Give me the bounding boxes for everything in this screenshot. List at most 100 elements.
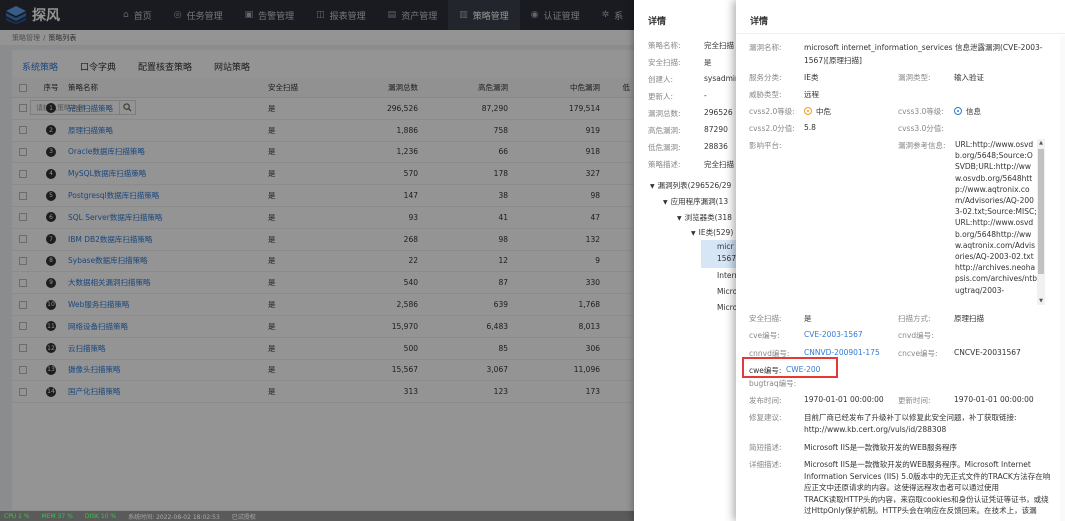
tree-expand-icon[interactable]: ▼: [663, 199, 668, 206]
policy-field-label: 安全扫描:: [648, 58, 681, 67]
policy-field-value: 是: [704, 58, 712, 67]
tree-node-label: micr: [717, 242, 734, 251]
cvss3-level: 信息: [954, 106, 981, 117]
update-time: 1970-01-01 00:00:00: [954, 395, 1034, 404]
policy-field: 更新人: -: [648, 91, 707, 102]
drawer-scrollbar[interactable]: [1060, 36, 1065, 521]
policy-field-label: 创建人:: [648, 75, 674, 84]
cnnvd-link[interactable]: CNNVD-200901-175: [804, 348, 880, 357]
tree-node[interactable]: ▼ 应用程序漏洞(13: [663, 196, 728, 207]
vuln-name-line2: 1567)[原理扫描]: [804, 56, 862, 65]
policy-field-value: sysadmin: [704, 74, 740, 83]
publish-time: 1970-01-01 00:00:00: [804, 395, 884, 404]
safe-scan-value: 是: [804, 314, 812, 323]
policy-field-label: 策略名称:: [648, 41, 681, 50]
scroll-thumb[interactable]: [1038, 149, 1044, 274]
policy-field-value: 87290: [704, 125, 728, 134]
cve-link[interactable]: CVE-2003-1567: [804, 330, 863, 339]
policy-field-value: 完全扫描: [704, 160, 734, 169]
tree-node-label: IE类(529): [698, 228, 734, 237]
tree-node[interactable]: ▼ 浏览器类(318: [677, 212, 732, 223]
tree-node-label: 1567: [717, 254, 737, 263]
cvss2-level: 中危: [804, 106, 831, 117]
scan-mode-value: 原理扫描: [954, 314, 984, 323]
reference-label: 漏洞参考信息:: [898, 141, 946, 150]
cvss2-level-label: cvss2.0等级:: [749, 107, 795, 116]
title-divider: [736, 33, 1065, 34]
policy-field: 漏洞总数: 296526: [648, 108, 733, 119]
cve-label: cve编号:: [749, 331, 780, 340]
vuln-type-label: 漏洞类型:: [898, 73, 931, 82]
policy-field: 策略描述: 完全扫描: [648, 159, 734, 170]
cvss3-score-label: cvss3.0分值:: [898, 124, 944, 133]
policy-field-label: 更新人:: [648, 92, 674, 101]
update-time-label: 更新时间:: [898, 396, 931, 405]
safe-scan-label: 安全扫描:: [749, 314, 782, 323]
vuln-detail-title: 详情: [750, 17, 769, 27]
tree-node-label: 漏洞列表(296526/29: [657, 181, 732, 190]
policy-field-label: 低危漏洞:: [648, 143, 681, 152]
policy-field-value: -: [704, 91, 707, 100]
policy-field: 高危漏洞: 87290: [648, 125, 728, 136]
fix-line1: 目前厂商已经发布了升级补丁以修复此安全问题，补丁获取链接:: [804, 413, 1017, 422]
brief-label: 简短描述:: [749, 443, 782, 452]
tree-node-label: 浏览器类(318: [684, 213, 732, 222]
publish-time-label: 发布时间:: [749, 396, 782, 405]
tree-expand-icon[interactable]: ▼: [691, 230, 696, 237]
mem-usage: MEM 37 %: [41, 512, 73, 520]
disk-usage: DISK 10 %: [84, 512, 117, 520]
tree-expand-icon[interactable]: ▼: [677, 215, 682, 222]
vuln-name-line1: microsoft internet_information_services …: [804, 43, 1043, 52]
reference-scrollbox[interactable]: URL:http://www.osvdb.org/5648;Source:OSV…: [955, 139, 1043, 305]
cvss3-level-label: cvss3.0等级:: [898, 107, 944, 116]
service-value: IE类: [804, 73, 819, 82]
cvss2-score-label: cvss2.0分值:: [749, 124, 795, 133]
bugtraq-label: bugtraq编号:: [749, 379, 797, 388]
fix-line2: http://www.kb.cert.org/vuls/id/288308: [804, 425, 947, 434]
policy-field-value: 296526: [704, 108, 733, 117]
reference-text: URL:http://www.osvdb.org/5648;Source:OSV…: [955, 140, 1038, 295]
tree-node[interactable]: ▼ IE类(529): [691, 227, 733, 238]
policy-field-label: 高危漏洞:: [648, 126, 681, 135]
tree-expand-icon[interactable]: ▼: [650, 183, 655, 190]
scroll-up-icon[interactable]: ▲: [1038, 140, 1044, 146]
tree-node[interactable]: 1567: [717, 254, 736, 263]
policy-field: 创建人: sysadmin: [648, 74, 740, 85]
detail-desc: Microsoft IIS是一款微软开发的WEB服务程序。Microsoft I…: [804, 460, 1051, 515]
policy-field-value: 28836: [704, 142, 728, 151]
medium-risk-icon: [804, 107, 812, 115]
threat-label: 威胁类型:: [749, 90, 782, 99]
service-label: 服务分类:: [749, 73, 782, 82]
cvss2-score: 5.8: [804, 123, 816, 132]
scan-mode-label: 扫描方式:: [898, 314, 931, 323]
cpu-usage: CPU 1 %: [4, 512, 30, 520]
policy-field: 策略名称: 完全扫描: [648, 40, 734, 51]
tree-node[interactable]: Micro: [717, 287, 737, 296]
scroll-down-icon[interactable]: ▼: [1038, 298, 1044, 304]
cwe-highlight-box: [742, 357, 838, 378]
tree-node[interactable]: Micro: [717, 303, 737, 312]
tree-node-label: Micro: [717, 287, 738, 296]
info-risk-icon: [954, 107, 962, 115]
fix-label: 修复建议:: [749, 413, 782, 422]
tree-node-label: 应用程序漏洞(13: [670, 197, 729, 206]
policy-field-value: 完全扫描: [704, 41, 734, 50]
cnvd-label: cnvd编号:: [898, 331, 934, 340]
system-time: 系统时间: 2022-08-02 18:02:53: [128, 513, 220, 521]
policy-field-label: 策略描述:: [648, 160, 681, 169]
tree-node[interactable]: micr: [717, 242, 734, 251]
reference-scrollbar[interactable]: ▲ ▼: [1037, 139, 1045, 305]
brief-value: Microsoft IIS是一款微软开发的WEB服务程序: [804, 443, 957, 452]
platform-label: 影响平台:: [749, 141, 782, 150]
license-status: 已试授权: [231, 513, 256, 521]
tree-node-label: Micro: [717, 303, 738, 312]
cncve-label: cncve编号:: [898, 349, 938, 358]
policy-field-label: 漏洞总数:: [648, 109, 681, 118]
vuln-type-value: 输入验证: [954, 73, 984, 82]
policy-field: 低危漏洞: 28836: [648, 142, 728, 153]
policy-field: 安全扫描: 是: [648, 57, 712, 68]
cncve-value: CNCVE-20031567: [954, 348, 1021, 357]
vuln-name-label: 漏洞名称:: [749, 43, 782, 52]
detail-desc-label: 详细描述:: [749, 460, 782, 469]
tree-node[interactable]: ▼ 漏洞列表(296526/29: [650, 180, 731, 191]
